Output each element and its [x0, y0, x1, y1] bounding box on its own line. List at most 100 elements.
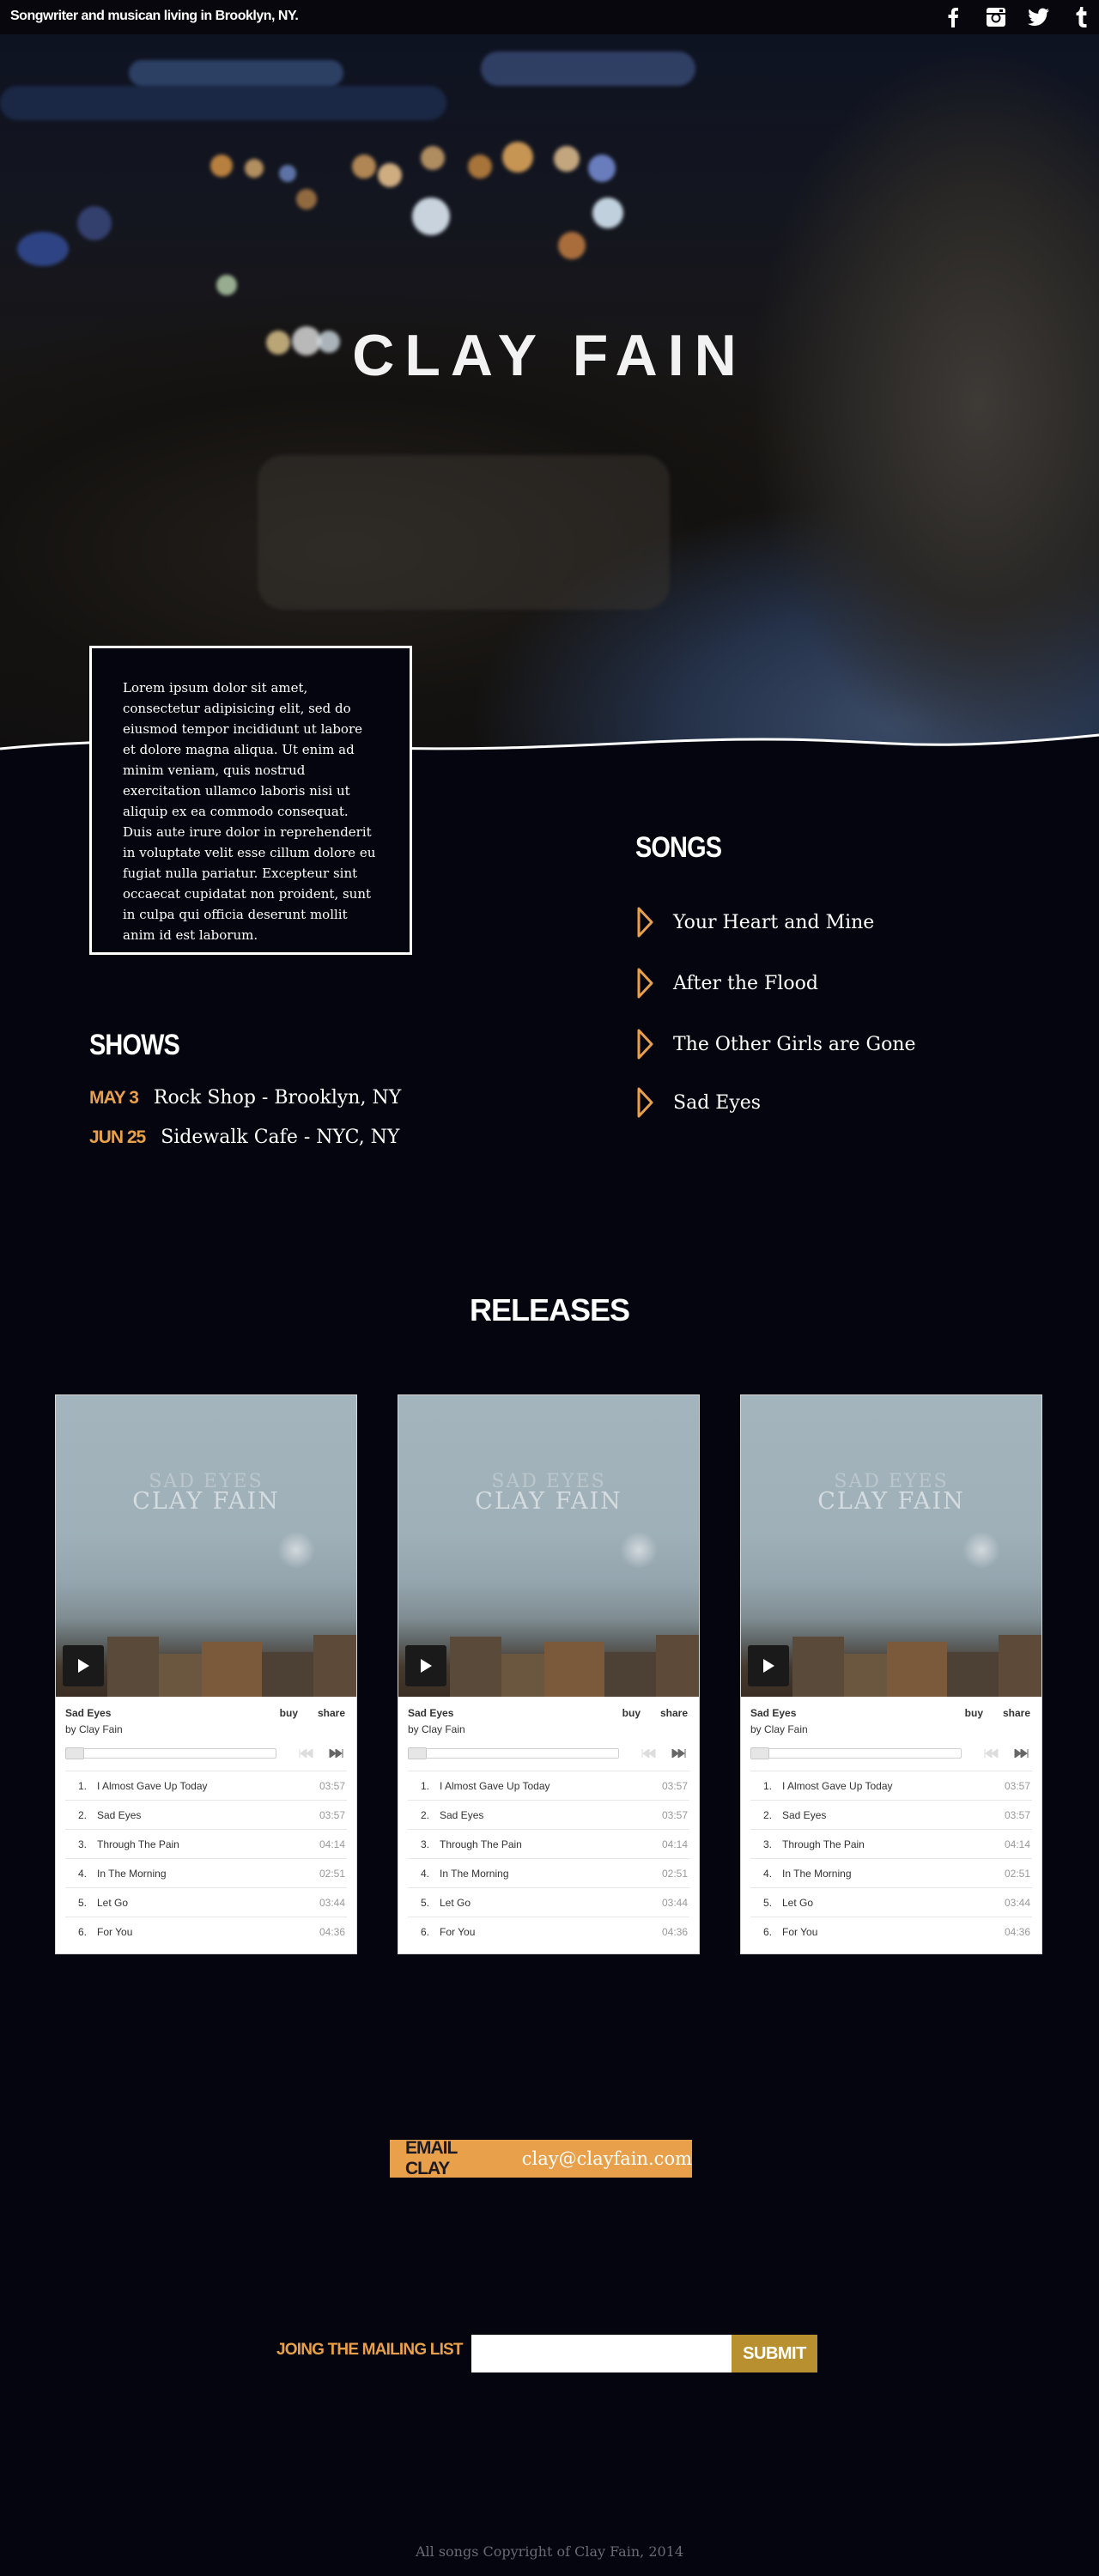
track-row[interactable]: 4. In The Morning 02:51 [408, 1858, 689, 1887]
play-triangle-icon [637, 1087, 653, 1118]
instagram-icon[interactable] [984, 5, 1008, 29]
previous-track-icon[interactable] [641, 1749, 656, 1758]
track-row[interactable]: 6. For You 04:36 [65, 1917, 347, 1946]
song-item[interactable]: Sad Eyes [637, 1087, 761, 1118]
share-link[interactable]: share [660, 1707, 688, 1719]
track-row[interactable]: 3. Through The Pain 04:14 [65, 1829, 347, 1858]
tumblr-icon[interactable] [1070, 5, 1094, 29]
track-row[interactable]: 2. Sad Eyes 03:57 [750, 1800, 1032, 1829]
show-item[interactable]: JUN 25 Sidewalk Cafe - NYC, NY [89, 1127, 399, 1148]
current-track-title: Sad Eyes [750, 1707, 797, 1719]
album-cover: SAD EYES CLAY FAIN [398, 1395, 699, 1697]
next-track-icon[interactable] [671, 1749, 687, 1758]
previous-track-icon[interactable] [298, 1749, 313, 1758]
show-venue: Sidewalk Cafe - NYC, NY [161, 1127, 400, 1148]
track-row[interactable]: 3. Through The Pain 04:14 [750, 1829, 1032, 1858]
track-row[interactable]: 2. Sad Eyes 03:57 [408, 1800, 689, 1829]
show-date: JUN 25 [89, 1127, 146, 1147]
mailing-list-email-input[interactable] [471, 2335, 732, 2372]
email-button-label: EMAIL CLAY [405, 2138, 458, 2178]
song-item[interactable]: After the Flood [637, 968, 818, 999]
play-icon [421, 1659, 432, 1673]
social-links [941, 5, 1094, 29]
player-info: Sad Eyes by Clay Fain buy share [398, 1697, 699, 1771]
progress-bar[interactable] [65, 1748, 276, 1759]
progress-bar[interactable] [750, 1748, 962, 1759]
twitter-icon[interactable] [1027, 5, 1051, 29]
song-title: After the Flood [673, 972, 818, 994]
track-row[interactable]: 1. I Almost Gave Up Today 03:57 [408, 1771, 689, 1800]
album-cover-title: SAD EYES CLAY FAIN [132, 1471, 280, 1515]
about-text: Lorem ipsum dolor sit amet, consectetur … [123, 680, 376, 943]
current-track-title: Sad Eyes [65, 1707, 112, 1719]
song-title: Sad Eyes [673, 1091, 762, 1114]
track-row[interactable]: 1. I Almost Gave Up Today 03:57 [65, 1771, 347, 1800]
tracklist: 1. I Almost Gave Up Today 03:57 2. Sad Eyes… [56, 1771, 356, 1946]
track-row[interactable]: 5. Let Go 03:44 [65, 1887, 347, 1917]
song-title: Your Heart and Mine [673, 911, 875, 933]
song-title: The Other Girls are Gone [673, 1033, 916, 1055]
tracklist: 1. I Almost Gave Up Today 03:57 2. Sad Eyes… [741, 1771, 1041, 1946]
album-cover-title: SAD EYES CLAY FAIN [475, 1471, 622, 1515]
songs-heading: SONGS [635, 831, 722, 864]
track-row[interactable]: 2. Sad Eyes 03:57 [65, 1800, 347, 1829]
song-item[interactable]: The Other Girls are Gone [637, 1029, 916, 1060]
artist-name: by Clay Fain [750, 1723, 808, 1735]
buy-link[interactable]: buy [622, 1707, 641, 1719]
track-row[interactable]: 6. For You 04:36 [750, 1917, 1032, 1946]
track-row[interactable]: 4. In The Morning 02:51 [750, 1858, 1032, 1887]
play-triangle-icon [637, 907, 653, 938]
buy-link[interactable]: buy [280, 1707, 298, 1719]
artist-name: by Clay Fain [408, 1723, 465, 1735]
track-row[interactable]: 4. In The Morning 02:51 [65, 1858, 347, 1887]
site-tagline: Songwriter and musican living in Brookly… [10, 9, 299, 23]
play-icon [78, 1659, 89, 1673]
next-track-icon[interactable] [329, 1749, 344, 1758]
tracklist: 1. I Almost Gave Up Today 03:57 2. Sad Eyes… [398, 1771, 699, 1946]
buy-link[interactable]: buy [965, 1707, 983, 1719]
album-player: SAD EYES CLAY FAIN Sad Eyes by Clay Fain… [740, 1394, 1042, 1954]
progress-handle[interactable] [750, 1747, 769, 1759]
footer-copyright: All songs Copyright of Clay Fain, 2014 [415, 2543, 684, 2560]
email-button[interactable]: EMAIL CLAY clay@clayfain.com [390, 2138, 692, 2178]
hero-title: CLAY FAIN [352, 323, 747, 388]
shows-heading: SHOWS [89, 1029, 180, 1061]
play-triangle-icon [637, 968, 653, 999]
album-player: SAD EYES CLAY FAIN Sad Eyes by Clay Fain… [398, 1394, 700, 1954]
album-cover-title: SAD EYES CLAY FAIN [817, 1471, 965, 1515]
track-row[interactable]: 5. Let Go 03:44 [408, 1887, 689, 1917]
track-row[interactable]: 1. I Almost Gave Up Today 03:57 [750, 1771, 1032, 1800]
play-button[interactable] [748, 1645, 789, 1686]
play-triangle-icon [637, 1029, 653, 1060]
about-box: Lorem ipsum dolor sit amet, consectetur … [89, 646, 412, 955]
show-date: MAY 3 [89, 1088, 139, 1108]
progress-handle[interactable] [65, 1747, 84, 1759]
next-track-icon[interactable] [1014, 1749, 1029, 1758]
mailing-list-label: JOING THE MAILING LIST [276, 2341, 464, 2359]
previous-track-icon[interactable] [983, 1749, 999, 1758]
play-icon [763, 1659, 774, 1673]
top-bar: Songwriter and musican living in Brookly… [0, 0, 1099, 34]
submit-button[interactable]: SUBMIT [732, 2335, 817, 2372]
player-info: Sad Eyes by Clay Fain buy share [56, 1697, 356, 1771]
progress-handle[interactable] [408, 1747, 427, 1759]
album-cover: SAD EYES CLAY FAIN [56, 1395, 356, 1697]
play-button[interactable] [63, 1645, 104, 1686]
artist-name: by Clay Fain [65, 1723, 123, 1735]
track-row[interactable]: 6. For You 04:36 [408, 1917, 689, 1946]
email-address: clay@clayfain.com [521, 2148, 692, 2169]
progress-bar[interactable] [408, 1748, 619, 1759]
facebook-icon[interactable] [941, 5, 965, 29]
player-info: Sad Eyes by Clay Fain buy share [741, 1697, 1041, 1771]
track-row[interactable]: 3. Through The Pain 04:14 [408, 1829, 689, 1858]
releases-heading: RELEASES [469, 1292, 630, 1327]
share-link[interactable]: share [1003, 1707, 1030, 1719]
album-player: SAD EYES CLAY FAIN Sad Eyes by Clay Fain… [55, 1394, 357, 1954]
show-venue: Rock Shop - Brooklyn, NY [153, 1087, 402, 1109]
song-item[interactable]: Your Heart and Mine [637, 907, 874, 938]
album-cover: SAD EYES CLAY FAIN [741, 1395, 1041, 1697]
show-item[interactable]: MAY 3 Rock Shop - Brooklyn, NY [89, 1087, 401, 1109]
share-link[interactable]: share [318, 1707, 345, 1719]
play-button[interactable] [405, 1645, 446, 1686]
track-row[interactable]: 5. Let Go 03:44 [750, 1887, 1032, 1917]
